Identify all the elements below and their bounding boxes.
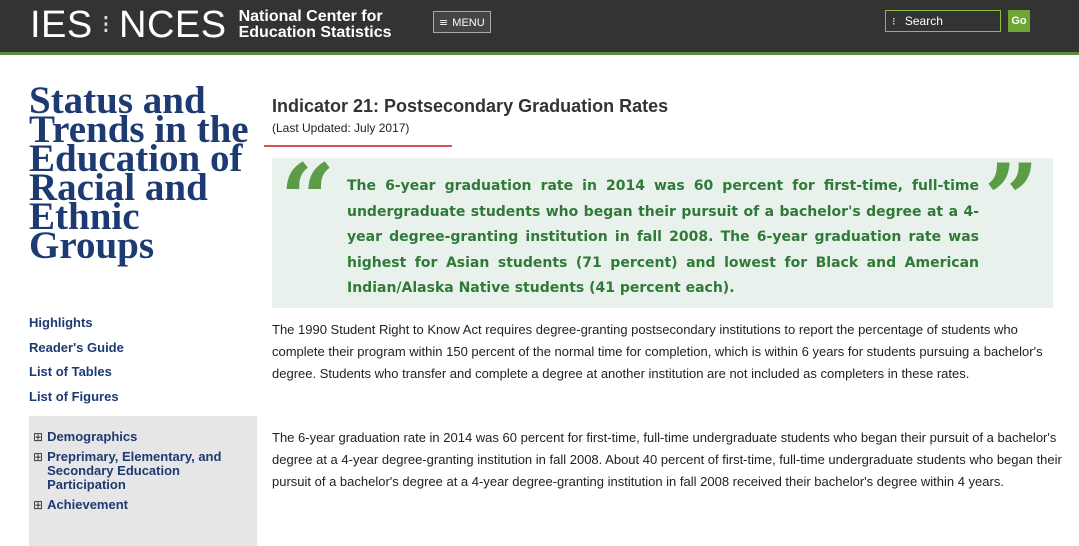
table-of-contents: ⊞ Demographics ⊞ Preprimary, Elementary,…	[29, 416, 257, 546]
nces-wordmark: NCES	[119, 3, 227, 46]
nces-logo[interactable]: IES ⁝ NCES National Center for Education…	[30, 2, 409, 48]
ies-wordmark: IES	[30, 3, 93, 46]
page-title: Indicator 21: Postsecondary Graduation R…	[272, 96, 669, 116]
link-highlights[interactable]: Highlights	[29, 311, 124, 336]
toc-item-achievement[interactable]: ⊞ Achievement	[29, 498, 257, 513]
last-updated: (Last Updated: July 2017)	[272, 121, 410, 135]
menu-button[interactable]: ≡ MENU	[433, 11, 491, 33]
org-name-line2: Education Statistics	[238, 24, 392, 41]
go-button[interactable]: Go	[1008, 10, 1030, 32]
link-list-of-figures[interactable]: List of Figures	[29, 385, 124, 410]
hamburger-icon: ≡	[439, 16, 449, 29]
main-content: Indicator 21: Postsecondary Graduation R…	[272, 95, 1062, 135]
search-placeholder: Search	[904, 14, 943, 28]
menu-label: MENU	[452, 17, 485, 29]
toc-item-demographics[interactable]: ⊞ Demographics	[29, 430, 257, 445]
body-paragraph-2: The 6-year graduation rate in 2014 was 6…	[272, 430, 1062, 489]
toc-item-label[interactable]: Demographics	[47, 430, 237, 444]
report-title[interactable]: Status and Trends in the Education of Ra…	[29, 81, 269, 265]
expand-icon[interactable]: ⊞	[33, 498, 43, 512]
open-quote-icon: “	[280, 143, 336, 256]
org-name-line1: National Center for	[238, 8, 383, 25]
close-quote-icon: ”	[983, 143, 1039, 256]
toc-item-preprimary[interactable]: ⊞ Preprimary, Elementary, and Secondary …	[29, 450, 257, 492]
toc-item-label[interactable]: Achievement	[47, 498, 237, 512]
search-input[interactable]: ⁝ Search	[885, 10, 1001, 32]
toc-item-label[interactable]: Preprimary, Elementary, and Secondary Ed…	[47, 450, 237, 492]
link-readers-guide[interactable]: Reader's Guide	[29, 336, 124, 361]
highlight-callout: “ The 6-year graduation rate in 2014 was…	[272, 152, 1053, 308]
body-paragraph-1: The 1990 Student Right to Know Act requi…	[272, 322, 1043, 381]
expand-icon[interactable]: ⊞	[33, 430, 43, 444]
link-list-of-tables[interactable]: List of Tables	[29, 360, 124, 385]
site-header: IES ⁝ NCES National Center for Education…	[0, 0, 1079, 55]
org-name: National Center for Education Statistics	[239, 9, 409, 41]
logo-separator-icon: ⁝	[101, 10, 111, 40]
search-icon: ⁝	[892, 15, 896, 28]
expand-icon[interactable]: ⊞	[33, 450, 43, 464]
highlight-text: The 6-year graduation rate in 2014 was 6…	[347, 178, 979, 296]
quick-links: Highlights Reader's Guide List of Tables…	[29, 311, 124, 409]
